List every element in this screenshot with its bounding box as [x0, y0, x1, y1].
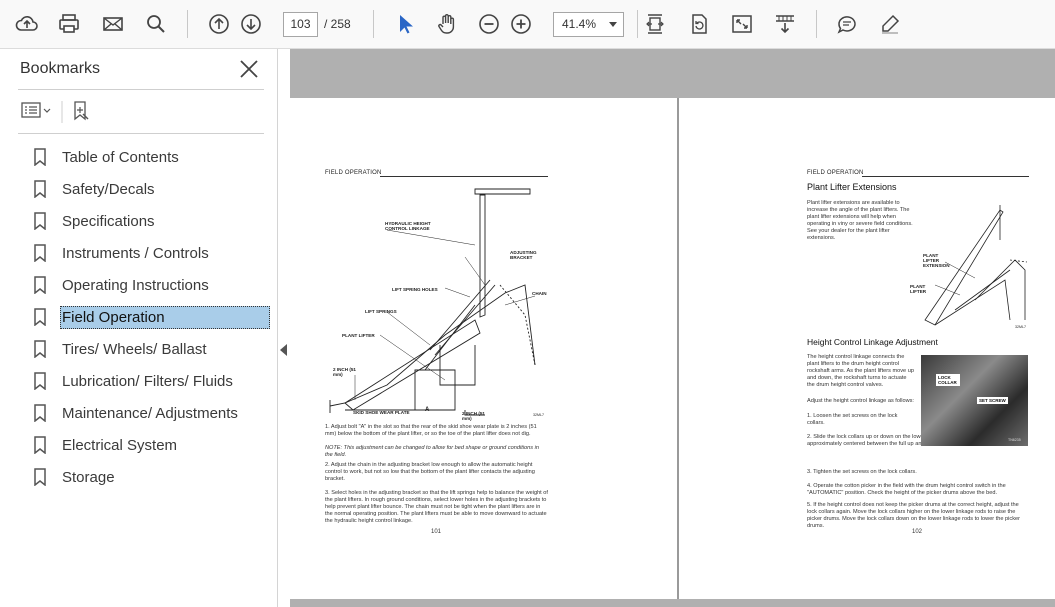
mail-icon[interactable] — [99, 10, 127, 38]
zoom-select[interactable]: 41.4% — [553, 12, 624, 37]
bookmark-icon — [34, 372, 46, 390]
bookmark-label: Field Operation — [60, 305, 270, 329]
bookmark-icon — [34, 244, 46, 262]
note-text: NOTE: This adjustment can be changed to … — [325, 445, 539, 458]
options-menu-icon — [21, 102, 51, 118]
figure-number: 32ML7 — [1015, 325, 1026, 329]
page-header: FIELD OPERATION — [325, 170, 382, 176]
instruction-step: 3. Tighten the set screws on the lock co… — [807, 469, 917, 475]
bookmark-item[interactable]: Electrical System — [33, 434, 271, 456]
instruction-step: 4. Operate the cotton picker in the fiel… — [807, 483, 1006, 496]
diagram-label: LIFT SPRING HOLES — [392, 287, 438, 292]
hand-icon[interactable] — [433, 10, 461, 38]
diagram-label: ADJUSTING BRACKET — [510, 250, 537, 260]
zoom-value: 41.4% — [562, 17, 597, 31]
close-icon[interactable] — [238, 58, 260, 80]
search-icon[interactable] — [142, 10, 170, 38]
bookmark-item[interactable]: Lubrication/ Filters/ Fluids — [33, 370, 271, 392]
diagram-label: HYDRAULIC HEIGHT CONTROL LINKAGE — [385, 221, 431, 231]
bookmark-item[interactable]: Maintenance/ Adjustments — [33, 402, 271, 424]
instruction-step: 3. Select holes in the adjusting bracket… — [325, 490, 548, 524]
bookmark-tools — [20, 99, 90, 123]
bookmark-label: Operating Instructions — [62, 276, 209, 294]
bookmark-icon — [34, 180, 46, 198]
print-icon[interactable] — [55, 10, 83, 38]
bookmark-icon — [34, 148, 46, 166]
section-body: The height control linkage connects the … — [807, 354, 914, 388]
rotate-icon[interactable] — [685, 10, 713, 38]
diagram-label: SKID SHOE WEAR PLATE — [353, 410, 410, 415]
bookmark-item[interactable]: Safety/Decals — [33, 178, 271, 200]
bookmark-icon — [34, 276, 46, 294]
page-number: 102 — [912, 529, 923, 535]
diagram-label: 2 INCH (51 mm) — [333, 367, 356, 377]
bookmark-label: Specifications — [62, 212, 155, 230]
section-title: Height Control Linkage Adjustment — [807, 337, 938, 347]
page-gutter — [677, 98, 679, 599]
figure-number: 32ML7 — [533, 413, 544, 417]
bookmark-item[interactable]: Specifications — [33, 210, 271, 232]
comment-icon[interactable] — [833, 10, 861, 38]
section-title: Plant Lifter Extensions — [807, 182, 897, 192]
bookmark-label: Lubrication/ Filters/ Fluids — [62, 372, 233, 390]
figure-number: TN6235 — [1008, 438, 1021, 442]
bookmark-item[interactable]: Tires/ Wheels/ Ballast — [33, 338, 271, 360]
bookmarks-panel: Bookmarks Table of Contents Safety/Decals… — [0, 49, 278, 607]
bookmark-icon — [34, 436, 46, 454]
chevron-down-icon — [609, 22, 617, 27]
toolbar: 103 / 258 41.4% — [0, 0, 1055, 49]
panel-title: Bookmarks — [20, 60, 101, 77]
collapse-panel-arrow-icon[interactable] — [280, 344, 287, 356]
zoom-in-icon[interactable] — [507, 10, 535, 38]
instruction-step: 2. Adjust the chain in the adjusting bra… — [325, 462, 535, 482]
bookmark-label: Storage — [62, 468, 115, 486]
instruction-step: 1. Adjust bolt "A" in the slot so that t… — [325, 424, 537, 437]
page-down-icon[interactable] — [237, 10, 265, 38]
page-number-input[interactable]: 103 — [283, 12, 318, 37]
photo-label: LOCK COLLAR — [936, 374, 960, 386]
bookmark-item[interactable]: Field Operation — [33, 305, 271, 329]
diagram-label: PLANT LIFTER — [910, 284, 927, 294]
bookmark-label: Tires/ Wheels/ Ballast — [62, 340, 207, 358]
bookmark-label: Instruments / Controls — [62, 244, 209, 262]
section-body: Plant lifter extensions are available to… — [807, 200, 913, 241]
section-body: Adjust the height control linkage as fol… — [807, 398, 914, 404]
bookmark-icon — [34, 468, 46, 486]
zoom-out-icon[interactable] — [475, 10, 503, 38]
bookmark-icon — [34, 340, 46, 358]
bookmark-item[interactable]: Operating Instructions — [33, 274, 271, 296]
page-up-icon[interactable] — [205, 10, 233, 38]
diagram-label: CHAIN — [532, 291, 547, 296]
upload-icon[interactable] — [13, 10, 41, 38]
diagram-label: 2 INCH (51 mm) — [462, 411, 485, 421]
fit-width-icon[interactable] — [641, 10, 669, 38]
page-total: / 258 — [324, 17, 351, 31]
bookmark-icon — [34, 404, 46, 422]
select-arrow-icon[interactable] — [391, 10, 419, 38]
bookmark-item[interactable]: Storage — [33, 466, 271, 488]
bookmark-icon — [34, 212, 46, 230]
page-header: FIELD OPERATION — [807, 170, 864, 176]
bookmark-item[interactable]: Table of Contents — [33, 146, 271, 168]
bookmark-icon — [34, 308, 46, 326]
bookmark-item[interactable]: Instruments / Controls — [33, 242, 271, 264]
diagram-label: PLANT LIFTER EXTENSION — [923, 253, 950, 268]
bookmark-label: Maintenance/ Adjustments — [62, 404, 238, 422]
bookmark-label: Safety/Decals — [62, 180, 155, 198]
linkage-photo — [921, 355, 1028, 446]
fullscreen-icon[interactable] — [728, 10, 756, 38]
new-bookmark-icon — [74, 101, 89, 121]
diagram-label: PLANT LIFTER — [342, 333, 375, 338]
instruction-step: 5. If the height control does not keep t… — [807, 502, 1020, 529]
page-number: 101 — [431, 529, 442, 535]
bookmark-label: Table of Contents — [62, 148, 179, 166]
scroll-icon[interactable] — [771, 10, 799, 38]
instruction-step: 1. Loosen the set screws on the lock col… — [807, 413, 898, 426]
bookmark-label: Electrical System — [62, 436, 178, 454]
diagram-label: A — [425, 407, 430, 413]
pen-icon[interactable] — [876, 10, 904, 38]
diagram-label: LIFT SPRINGS — [365, 309, 397, 314]
photo-label: SET SCREW — [977, 397, 1008, 404]
